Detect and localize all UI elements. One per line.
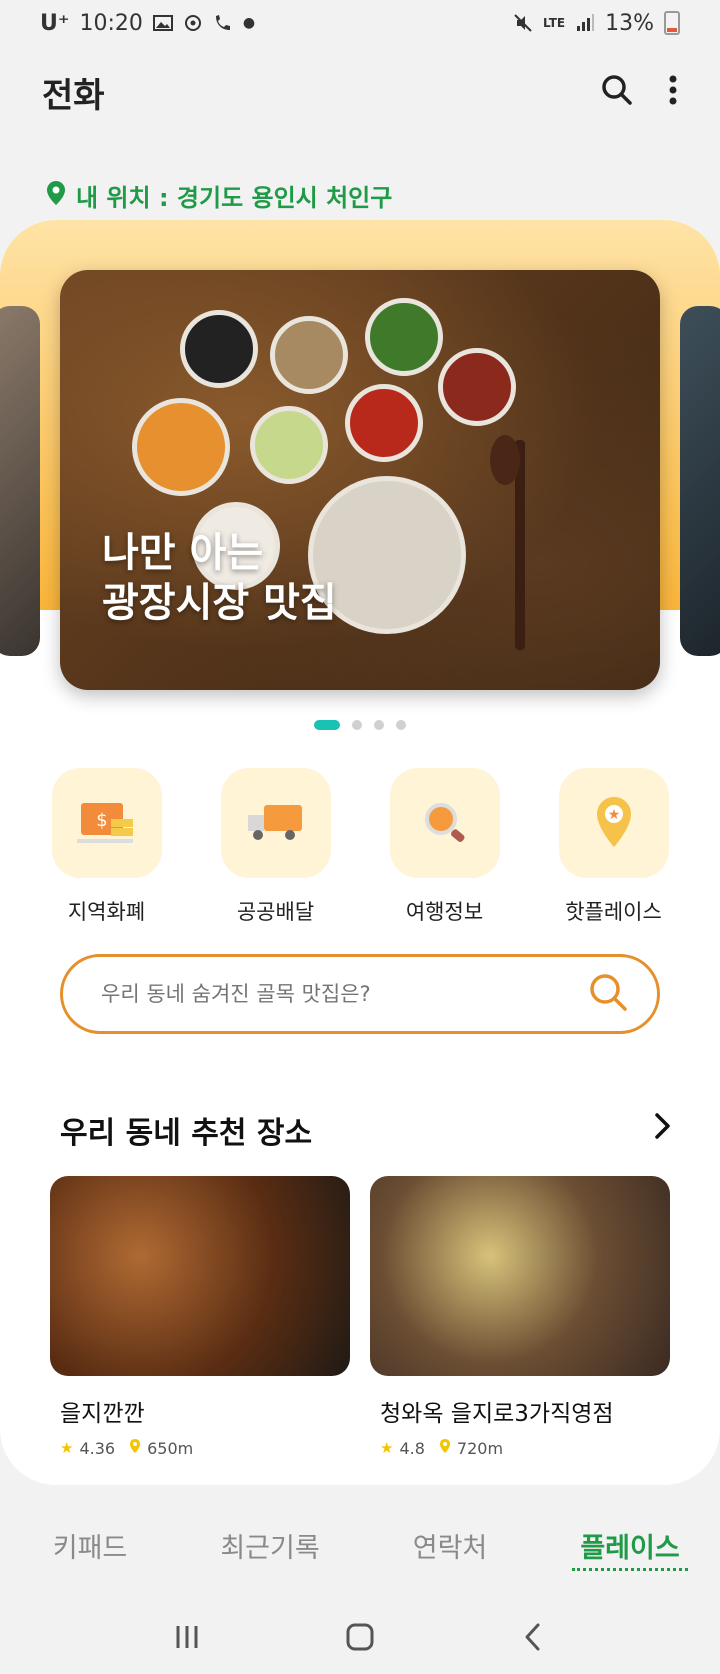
- spoon: [490, 435, 520, 485]
- place-meta: ★ 4.8 720m: [370, 1438, 670, 1458]
- tab-contacts[interactable]: 연락처: [360, 1505, 540, 1585]
- food-dish: [270, 316, 348, 394]
- place-distance: 720m: [456, 1438, 504, 1458]
- search-icon[interactable]: [587, 971, 629, 1017]
- call-notification-icon: [213, 13, 233, 33]
- sync-notification-icon: [183, 13, 203, 33]
- app-bar: 전화: [0, 60, 720, 124]
- network-type: LTE: [543, 16, 566, 30]
- food-dish: [438, 348, 516, 426]
- page-title: 전화: [42, 75, 105, 116]
- bottom-tab-bar: 키패드 최근기록 연락처 플레이스: [0, 1505, 720, 1585]
- tab-recents[interactable]: 최근기록: [180, 1505, 360, 1585]
- more-vert-icon[interactable]: [668, 73, 678, 111]
- food-dish: [180, 310, 258, 388]
- recommend-list: 을지깐깐 ★ 4.36 650m 청와옥 을지로3가직영점 ★ 4.8 720m: [50, 1176, 670, 1458]
- carousel-dot[interactable]: [314, 720, 340, 730]
- image-notification-icon: [152, 13, 173, 33]
- mute-icon: [513, 13, 533, 33]
- food-dish: [365, 298, 443, 376]
- quick-menu-label: 지역화폐: [67, 900, 146, 924]
- place-search-bar[interactable]: [60, 954, 660, 1034]
- battery-icon: [664, 11, 680, 35]
- location-pin-icon: [439, 1438, 451, 1458]
- status-bar: U⁺ 10:20 ● LTE 13%: [0, 0, 720, 46]
- recent-apps-icon[interactable]: [167, 1617, 207, 1657]
- home-icon[interactable]: [340, 1617, 380, 1657]
- quick-menu-label: 여행정보: [405, 900, 484, 924]
- place-name: 을지깐깐: [60, 1401, 145, 1427]
- place-meta: ★ 4.36 650m: [50, 1438, 350, 1458]
- recommend-section-header: 우리 동네 추천 장소: [60, 1108, 672, 1152]
- food-dish: [132, 398, 230, 496]
- hero-title: 나만 아는 광장시장 맛집: [102, 530, 337, 626]
- carousel-dot[interactable]: [396, 720, 406, 730]
- place-card[interactable]: 을지깐깐 ★ 4.36 650m: [50, 1176, 350, 1458]
- place-distance: 650m: [147, 1438, 194, 1458]
- local-currency-icon: $: [51, 768, 162, 878]
- hot-place-pin-icon: ★: [558, 768, 669, 878]
- place-thumbnail: [50, 1176, 350, 1376]
- svg-text:$: $: [96, 810, 107, 831]
- tab-places[interactable]: 플레이스: [540, 1505, 720, 1585]
- quick-menu-hot-place[interactable]: ★ 핫플레이스: [539, 768, 689, 926]
- search-icon[interactable]: [600, 73, 634, 111]
- hero-banner[interactable]: 나만 아는 광장시장 맛집: [60, 270, 660, 690]
- quick-menu-label: 공공배달: [236, 900, 315, 924]
- carousel-dot[interactable]: [352, 720, 362, 730]
- carousel-indicator: [0, 720, 720, 730]
- place-name: 청와옥 을지로3가직영점: [380, 1401, 614, 1427]
- location-label: 내 위치 : 경기도 용인시 처인구: [76, 184, 393, 212]
- carrier-label: U⁺: [40, 10, 70, 36]
- battery-percent: 13%: [605, 10, 654, 36]
- clock: 10:20: [79, 10, 143, 36]
- section-title: 우리 동네 추천 장소: [60, 1116, 313, 1151]
- carousel-dot[interactable]: [374, 720, 384, 730]
- quick-menu: $ 지역화폐 공공배달 여행정보 ★ 핫플레이스: [0, 768, 720, 926]
- signal-icon: [575, 13, 595, 33]
- quick-menu-public-delivery[interactable]: 공공배달: [201, 768, 351, 926]
- carousel-prev-card[interactable]: [0, 306, 40, 656]
- place-rating: 4.36: [79, 1438, 116, 1458]
- quick-menu-travel-info[interactable]: 여행정보: [370, 768, 520, 926]
- food-dish: [250, 406, 328, 484]
- location-pin-icon: [129, 1438, 141, 1458]
- delivery-truck-icon: [220, 768, 331, 878]
- location-pin-icon: [46, 180, 66, 212]
- tab-keypad[interactable]: 키패드: [0, 1505, 180, 1585]
- search-input[interactable]: [101, 982, 587, 1006]
- star-icon: ★: [380, 1439, 394, 1457]
- quick-menu-local-currency[interactable]: $ 지역화폐: [32, 768, 182, 926]
- location-indicator[interactable]: 내 위치 : 경기도 용인시 처인구: [46, 178, 392, 213]
- travel-search-icon: [389, 768, 500, 878]
- svg-text:★: ★: [607, 807, 620, 823]
- more-notifications-dot: ●: [242, 15, 256, 31]
- chevron-right-icon[interactable]: [654, 1112, 672, 1148]
- place-card[interactable]: 청와옥 을지로3가직영점 ★ 4.8 720m: [370, 1176, 670, 1458]
- carousel-next-card[interactable]: [680, 306, 720, 656]
- back-icon[interactable]: [513, 1617, 553, 1657]
- star-icon: ★: [60, 1439, 74, 1457]
- place-thumbnail: [370, 1176, 670, 1376]
- place-rating: 4.8: [399, 1438, 425, 1458]
- food-dish: [345, 384, 423, 462]
- quick-menu-label: 핫플레이스: [565, 900, 662, 924]
- system-nav-bar: [0, 1600, 720, 1674]
- content-panel: 나만 아는 광장시장 맛집 $ 지역화폐 공공배달 여행정보 ★ 핫플레이스 우…: [0, 220, 720, 1485]
